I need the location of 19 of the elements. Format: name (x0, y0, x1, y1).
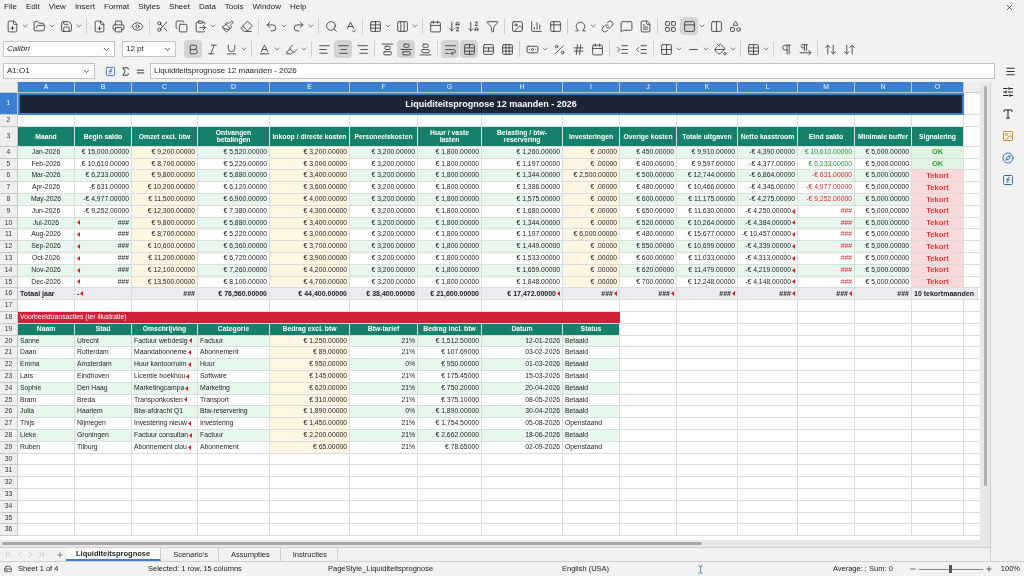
sheet-title: Liquiditeitsprognose 12 maanden - 2026 (18, 93, 964, 115)
menu-item[interactable]: Edit (25, 1, 40, 13)
name-box[interactable]: A1:O1 (3, 63, 95, 79)
font-name-value: Calibri (7, 43, 30, 55)
menu-item[interactable]: Tools (224, 1, 244, 13)
menu-item[interactable]: Format (103, 1, 130, 13)
menu-item[interactable]: File (4, 1, 17, 13)
cell-reference: A1:O1 (7, 65, 30, 77)
menu-item[interactable]: View (48, 1, 66, 13)
font-size-value: 12 pt (126, 43, 144, 55)
menu-item[interactable]: Window (252, 1, 281, 13)
menu-item[interactable]: Data (198, 1, 216, 13)
menu-item[interactable]: Help (290, 1, 307, 13)
menu-item[interactable]: Insert (74, 1, 95, 13)
font-name-field[interactable]: Calibri (3, 41, 115, 57)
font-size-field[interactable]: 12 pt (122, 41, 176, 57)
menu-item[interactable]: Sheet (169, 1, 190, 13)
formula-input[interactable]: Liquiditeitsprognose 12 maanden - 2026 (150, 63, 995, 79)
menu-item[interactable]: Styles (138, 1, 161, 13)
